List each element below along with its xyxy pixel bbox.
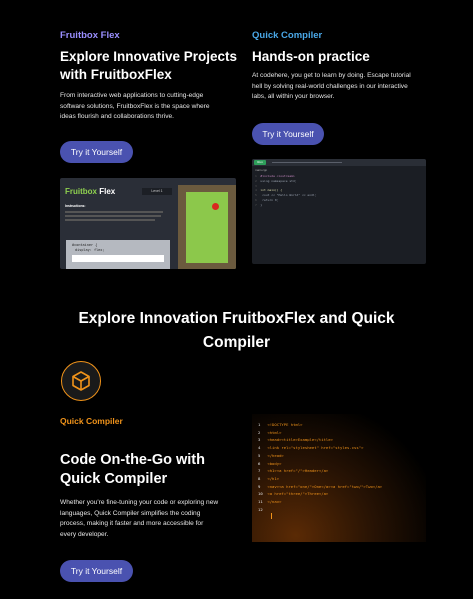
fruitbox-description: From interactive web applications to cut… (60, 91, 250, 123)
compiler-desc-line2: hell by solving real-world challenges in… (252, 82, 408, 90)
cube-icon-badge (61, 361, 101, 401)
fruitbox-code-input[interactable] (72, 255, 164, 262)
code-line: 8 </h1> (258, 475, 280, 481)
code-line: 1 <!DOCTYPE html> (258, 422, 303, 427)
feature-desc-line4: every developer. (60, 530, 109, 538)
fruitbox-level-label: Level 1 (151, 189, 163, 193)
section-title-line1: Explore Innovation FruitboxFlex and Quic… (78, 310, 395, 327)
fruitbox-desc-line1: From interactive web applications to cut… (60, 92, 204, 99)
compiler-title: Hands-on practice (252, 49, 370, 64)
fruitbox-try-button[interactable]: Try it Yourself (60, 141, 133, 163)
fruitbox-logo: Fruitbox Flex (65, 187, 115, 196)
compiler-toolbar-menu (272, 162, 342, 163)
feature-title-line2: Quick Compiler (60, 471, 168, 487)
code-line: 2 <html> (258, 429, 282, 435)
code-line: 6 <body> (258, 460, 282, 466)
fruitbox-board-grass (186, 192, 228, 263)
section-title-line2: Compiler (202, 334, 271, 351)
fruitbox-instructions-label: Instructions: (65, 204, 86, 208)
code-line: 9 <nav><a href="one/">One</a><a href="tw… (258, 483, 383, 489)
fruitbox-logo-a: Fruitbox (65, 187, 97, 196)
fruitbox-title-line2: with FruitboxFlex (60, 67, 172, 82)
fruitbox-board-border-left (178, 185, 186, 269)
feature-try-button[interactable]: Try it Yourself (60, 560, 133, 582)
feature-description: Whether you're fine-tuning your code or … (60, 498, 250, 540)
feature-eyebrow: Quick Compiler (60, 416, 123, 426)
code-glow-panel: 1 <!DOCTYPE html> 2 <html> 3 <head><titl… (252, 414, 426, 542)
section-title: Explore Innovation FruitboxFlex and Quic… (0, 307, 473, 355)
compiler-desc-line3: labs, all within your browser. (252, 93, 335, 100)
fruitbox-eyebrow: Fruitbox Flex (60, 30, 120, 41)
fruitbox-code-line2: display: flex; (75, 248, 105, 252)
compiler-code: 1 #include <iostream> 2 using namespace … (255, 174, 316, 208)
fruitbox-title: Explore Innovative Projects with Fruitbo… (60, 48, 250, 84)
code-line: 5 </head> (258, 452, 284, 458)
apple-icon (212, 203, 219, 210)
code-line: 4 <link rel="stylesheet" href="styles.cs… (258, 445, 364, 451)
fruitbox-logo-b: Flex (99, 187, 116, 196)
text-cursor (271, 513, 272, 519)
code-line: 10 <a href="three/">Three</a> (258, 491, 329, 497)
fruitbox-instructions-line2 (65, 215, 161, 217)
fruitbox-board-border-bottom (178, 263, 236, 269)
cube-icon (72, 371, 90, 391)
fruitbox-instructions-line3 (65, 219, 155, 221)
feature-desc-line1: Whether you're fine-tuning your code or … (60, 499, 219, 506)
compiler-description: At codehere, you get to learn by doing. … (252, 71, 438, 103)
compiler-file-tab[interactable]: main.cpp (255, 168, 267, 172)
code-snippet: 1 <!DOCTYPE html> 2 <html> 3 <head><titl… (258, 421, 382, 513)
compiler-desc-line1: At codehere, you get to learn by doing. … (252, 72, 411, 79)
fruitbox-instructions: Instructions: (65, 204, 170, 221)
fruitbox-level-select[interactable]: Level 1 (142, 188, 172, 195)
compiler-toolbar: Run (252, 159, 426, 166)
compiler-code-line: 7 } (255, 202, 263, 207)
compiler-preview: Run main.cpp 1 #include <iostream> 2 usi… (252, 159, 426, 264)
fruitbox-preview: Fruitbox Flex Level 1 Instructions: #con… (60, 178, 236, 269)
compiler-run-button[interactable]: Run (254, 160, 266, 165)
fruitbox-board-border-top (178, 185, 236, 192)
feature-desc-line2: languages, Quick Compiler simplifies the… (60, 509, 201, 517)
fruitbox-desc-line2: software solutions, FruitboxFlex is the … (60, 102, 210, 110)
fruitbox-code-editor[interactable]: #container { display: flex; (66, 240, 170, 269)
fruitbox-game-board (178, 185, 236, 269)
feature-desc-line3: process, making it faster and more acces… (60, 520, 204, 527)
code-line: 3 <head><title>Example</title> (258, 437, 333, 443)
code-line: 7 <h1><a href="/">Header</a> (258, 468, 329, 474)
fruitbox-desc-line3: ideas flourish and collaborations thrive… (60, 113, 174, 120)
compiler-eyebrow: Quick Compiler (252, 30, 323, 41)
fruitbox-board-border-right (228, 185, 236, 269)
code-line: 12 (258, 506, 268, 512)
feature-title-line1: Code On-the-Go with (60, 452, 205, 468)
code-line: 11 </nav> (258, 499, 282, 505)
fruitbox-instructions-line1 (65, 211, 163, 213)
compiler-try-button[interactable]: Try it Yourself (252, 123, 324, 145)
feature-title: Code On-the-Go with Quick Compiler (60, 451, 205, 489)
fruitbox-title-line1: Explore Innovative Projects (60, 49, 238, 64)
